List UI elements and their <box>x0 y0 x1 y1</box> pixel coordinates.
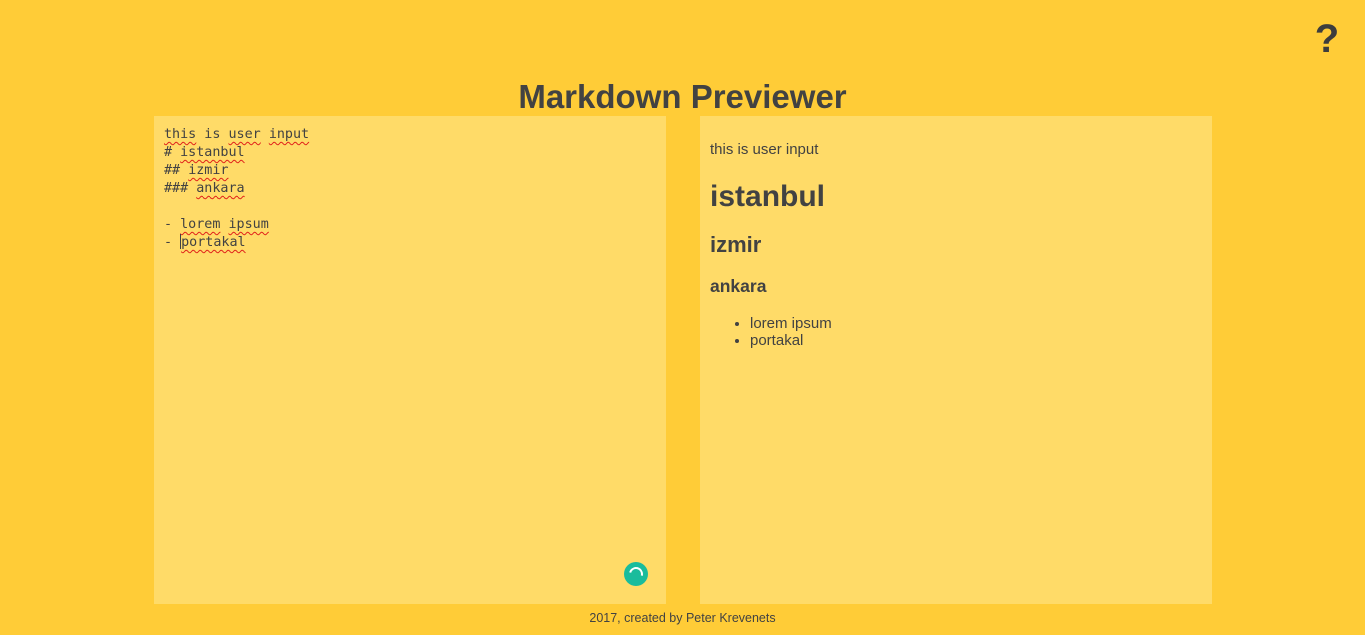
list-item: portakal <box>750 332 1200 349</box>
misspelled-word: lorem <box>180 217 221 232</box>
misspelled-word: this <box>164 127 197 142</box>
page-title: Markdown Previewer <box>518 78 847 115</box>
editor-text: ## <box>164 163 189 178</box>
editor-line: this is user input <box>164 126 656 144</box>
loading-spinner-icon[interactable] <box>624 562 648 586</box>
editor-line: # istanbul <box>164 144 656 162</box>
editor-line: ### ankara <box>164 180 656 198</box>
misspelled-word: input <box>268 127 310 142</box>
misspelled-word: izmir <box>188 163 229 178</box>
misspelled-word: user <box>228 127 261 142</box>
misspelled-word: istanbul <box>180 145 245 160</box>
list-item: lorem ipsum <box>750 315 1200 332</box>
help-icon[interactable]: ? <box>1309 18 1345 60</box>
preview-content: this is user input istanbul izmir ankara… <box>710 140 1200 349</box>
preview-panel: this is user input istanbul izmir ankara… <box>700 116 1212 604</box>
misspelled-word: ankara <box>196 181 245 196</box>
editor-text: - <box>164 235 181 250</box>
preview-list: lorem ipsum portakal <box>710 315 1200 349</box>
preview-heading-3: ankara <box>710 276 767 296</box>
editor-line: ## izmir <box>164 162 656 180</box>
footer-credit: 2017, created by Peter Krevenets <box>589 611 776 625</box>
editor-text: ### <box>164 181 197 196</box>
preview-paragraph: this is user input <box>710 141 819 158</box>
misspelled-word: portakal <box>181 235 246 250</box>
editor-line: - lorem ipsum <box>164 216 656 234</box>
preview-heading-1: istanbul <box>710 180 826 213</box>
editor-text: # <box>164 145 181 160</box>
preview-heading-2: izmir <box>710 232 762 257</box>
markdown-editor[interactable]: this is user input # istanbul ## izmir ### … <box>154 116 666 604</box>
editor-text: is <box>196 127 229 142</box>
misspelled-word: ipsum <box>228 217 269 232</box>
editor-text <box>220 217 228 232</box>
editor-panel: this is user input # istanbul ## izmir ### … <box>154 116 666 604</box>
editor-text: - <box>164 217 181 232</box>
editor-line: - portakal <box>164 234 656 252</box>
editor-text <box>261 127 269 142</box>
